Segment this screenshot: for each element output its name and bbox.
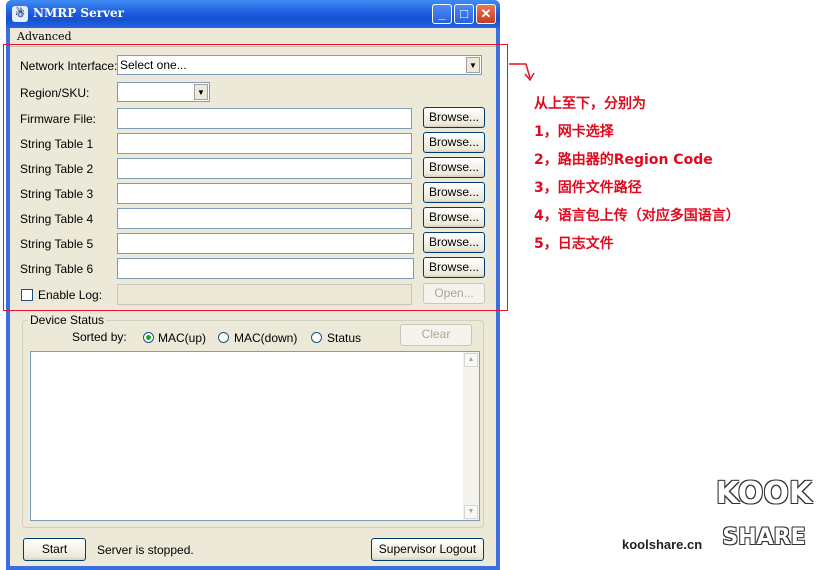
annotation-line-2: 2，路由器的Region Code — [534, 152, 713, 168]
watermark-logo: KOOK SHARE — [710, 476, 818, 558]
radio-mac-down[interactable] — [218, 332, 229, 343]
close-button[interactable]: ✕ — [476, 4, 496, 24]
annotation-line-5: 5，日志文件 — [534, 236, 614, 252]
title-bar[interactable]: ☃ NMRP Server _ □ ✕ — [6, 0, 500, 28]
annotation-highlight-box — [3, 44, 508, 311]
radio-mac-up-label: MAC(up) — [158, 331, 207, 345]
annotation-line-4: 4，语言包上传（对应多国语言） — [534, 208, 740, 224]
radio-mac-up[interactable] — [143, 332, 154, 343]
supervisor-logout-button[interactable]: Supervisor Logout — [371, 538, 484, 561]
scroll-up-icon[interactable]: ▲ — [464, 353, 478, 367]
watermark-logo-bottom: SHARE — [722, 525, 806, 550]
sorted-by-label: Sorted by: — [72, 330, 127, 344]
start-button[interactable]: Start — [23, 538, 86, 561]
watermark-url: koolshare.cn — [622, 537, 703, 552]
maximize-button[interactable]: □ — [454, 4, 474, 24]
menu-advanced[interactable]: Advanced — [17, 30, 72, 43]
device-status-list[interactable]: ▲ ▼ — [30, 351, 480, 521]
minimize-button[interactable]: _ — [432, 4, 452, 24]
annotation-line-1: 1，网卡选择 — [534, 124, 614, 140]
server-status-text: Server is stopped. — [97, 543, 194, 557]
radio-mac-down-label: MAC(down) — [234, 331, 298, 345]
clear-button: Clear — [400, 324, 472, 346]
radio-status-label: Status — [327, 331, 362, 345]
annotation-arrow-icon — [509, 63, 535, 82]
annotation-line-intro: 从上至下，分别为 — [534, 96, 646, 112]
watermark-logo-top: KOOK — [715, 476, 813, 511]
scrollbar[interactable]: ▲ ▼ — [463, 352, 479, 520]
window-title: NMRP Server — [33, 6, 124, 20]
device-status-title: Device Status — [28, 313, 107, 327]
radio-status[interactable] — [311, 332, 322, 343]
scroll-down-icon[interactable]: ▼ — [464, 505, 478, 519]
annotation-line-3: 3，固件文件路径 — [534, 180, 642, 196]
app-icon: ☃ — [12, 6, 28, 22]
